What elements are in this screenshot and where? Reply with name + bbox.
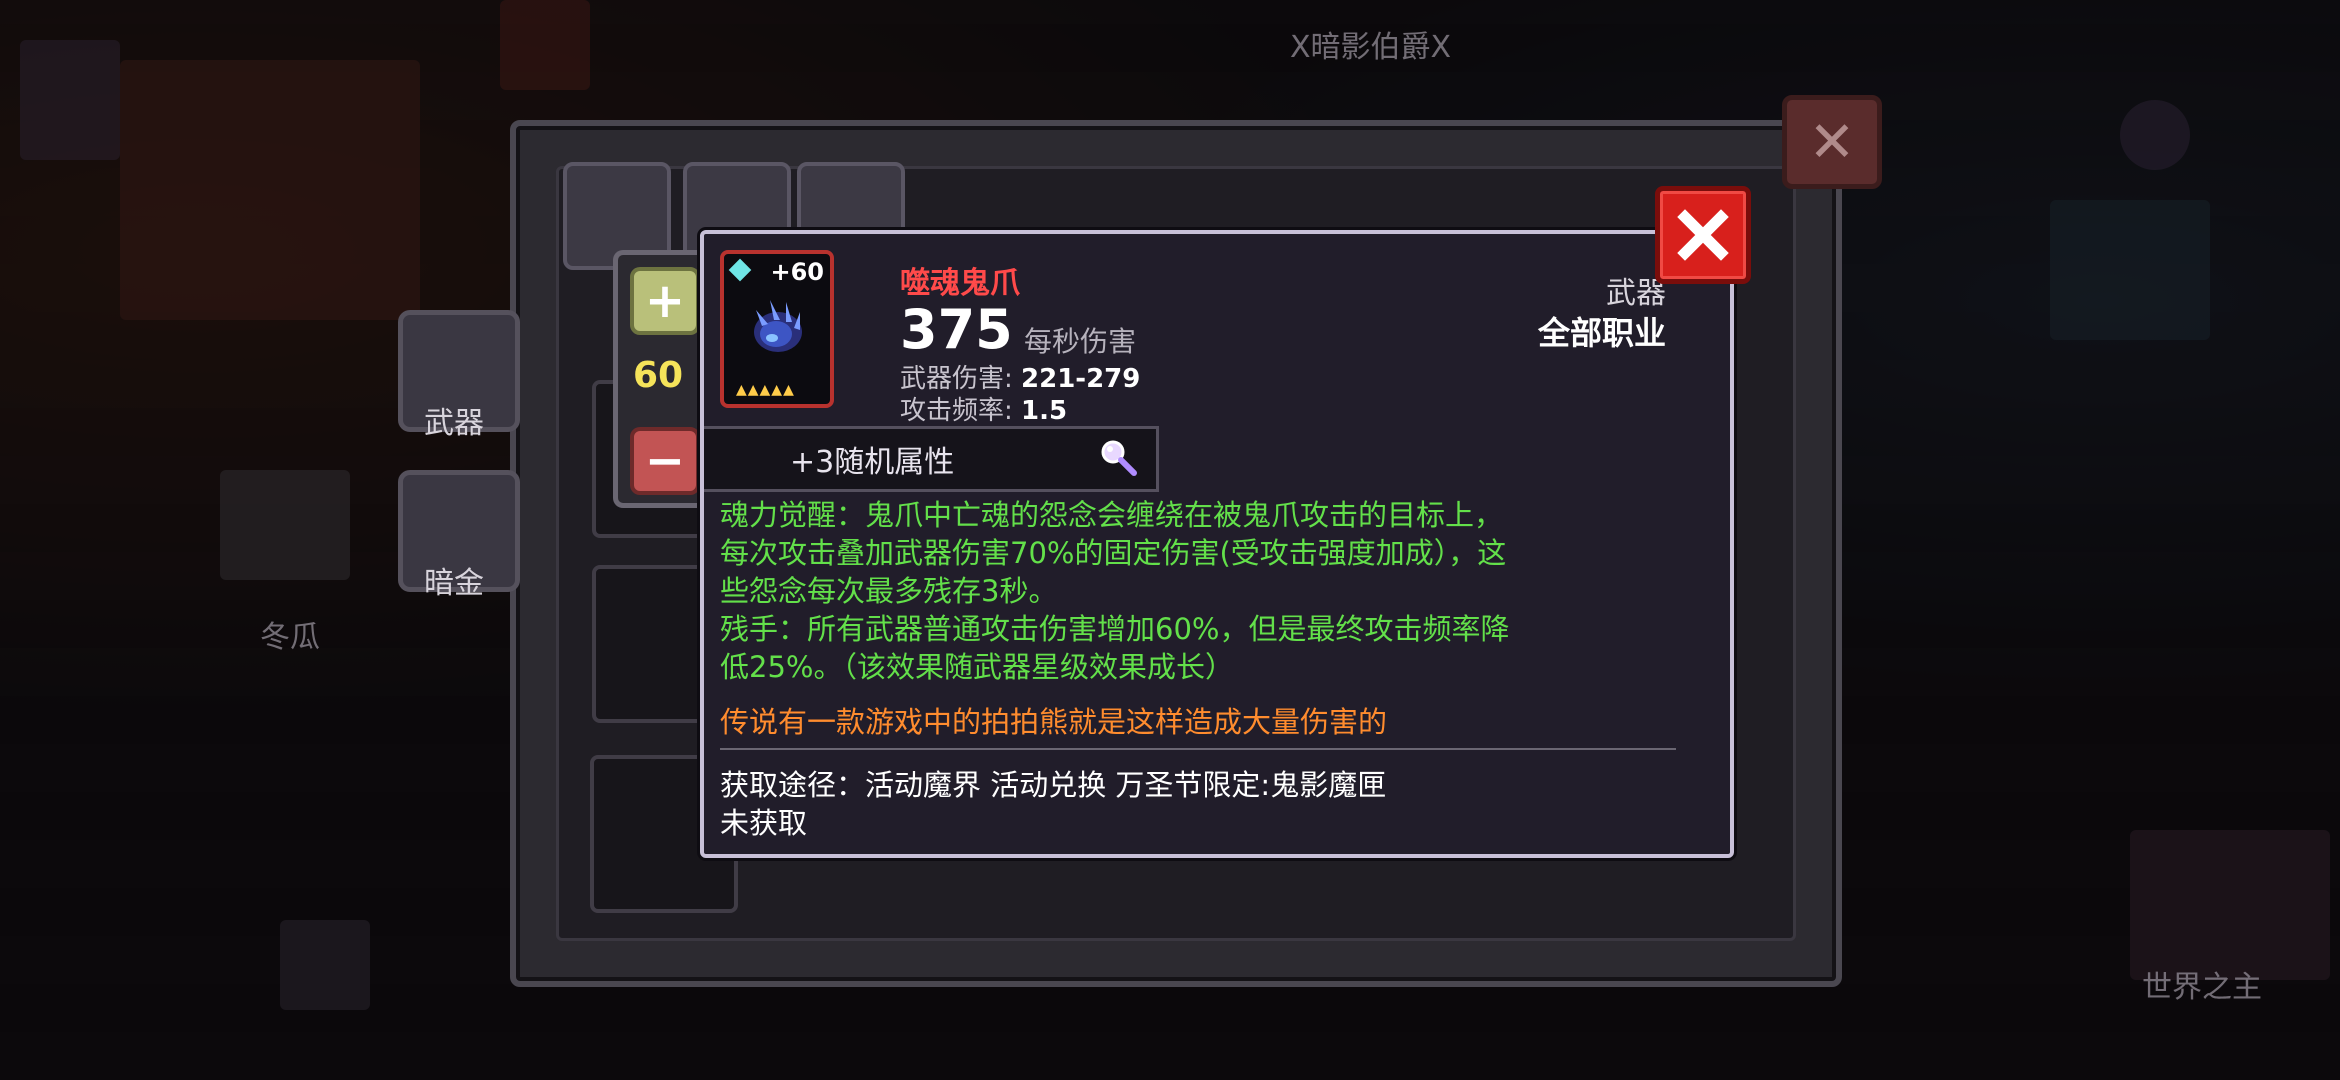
item-source: 获取途径：活动魔界 活动兑换 万圣节限定:鬼影魔匣 xyxy=(720,768,1387,802)
gem-icon xyxy=(728,258,752,282)
rate-value: 1.5 xyxy=(1021,396,1068,426)
random-attribute-box[interactable]: +3随机属性 xyxy=(704,426,1159,492)
item-level-badge: +60 xyxy=(770,258,824,286)
divider xyxy=(720,748,1676,750)
random-attribute-text: +3随机属性 xyxy=(790,445,955,480)
player-name-top: X暗影伯爵X xyxy=(1290,30,1452,65)
rate-label: 攻击频率: xyxy=(900,396,1022,426)
item-name: 噬魂鬼爪 xyxy=(900,266,1020,301)
quantity-value: 60 xyxy=(632,355,684,396)
dps-value: 375 xyxy=(900,298,1013,361)
decrease-button[interactable]: − xyxy=(630,427,700,495)
magnifier-icon[interactable] xyxy=(1098,437,1138,477)
dps-label: 每秒伤害 xyxy=(1024,325,1137,358)
quantity-stepper: + 60 − xyxy=(613,250,708,508)
close-icon: ✕ xyxy=(1808,109,1856,175)
close-icon xyxy=(1677,209,1729,261)
item-flavor-text: 传说有一款游戏中的拍拍熊就是这样造成大量伤害的 xyxy=(720,705,1388,739)
player-name-right: 世界之主 xyxy=(2142,970,2262,1005)
player-name-left: 冬瓜 xyxy=(260,620,320,655)
claw-icon xyxy=(754,300,802,352)
item-description: 魂力觉醒：鬼爪中亡魂的怨念会缠绕在被鬼爪攻击的目标上， 每次攻击叠加武器伤害70… xyxy=(720,498,1510,684)
back-close-button[interactable]: ✕ xyxy=(1782,95,1882,189)
close-button[interactable] xyxy=(1655,186,1751,284)
item-status: 未获取 xyxy=(720,806,808,840)
item-class: 全部职业 xyxy=(1537,314,1666,352)
increase-button[interactable]: + xyxy=(630,267,700,335)
side-tab-weapon-label: 武器 xyxy=(424,406,484,441)
item-star-rating: ▲▲▲▲▲ xyxy=(736,382,795,398)
item-tooltip-card: +60 ▲▲▲▲▲ 噬魂鬼爪 武器 全部职业 375 每秒伤害 武器伤害: 22… xyxy=(700,230,1734,858)
side-tab-dark-gold-label: 暗金 xyxy=(424,566,484,601)
item-icon-frame: +60 ▲▲▲▲▲ xyxy=(720,250,834,408)
rate-stat: 攻击频率: 1.5 xyxy=(900,390,1067,427)
